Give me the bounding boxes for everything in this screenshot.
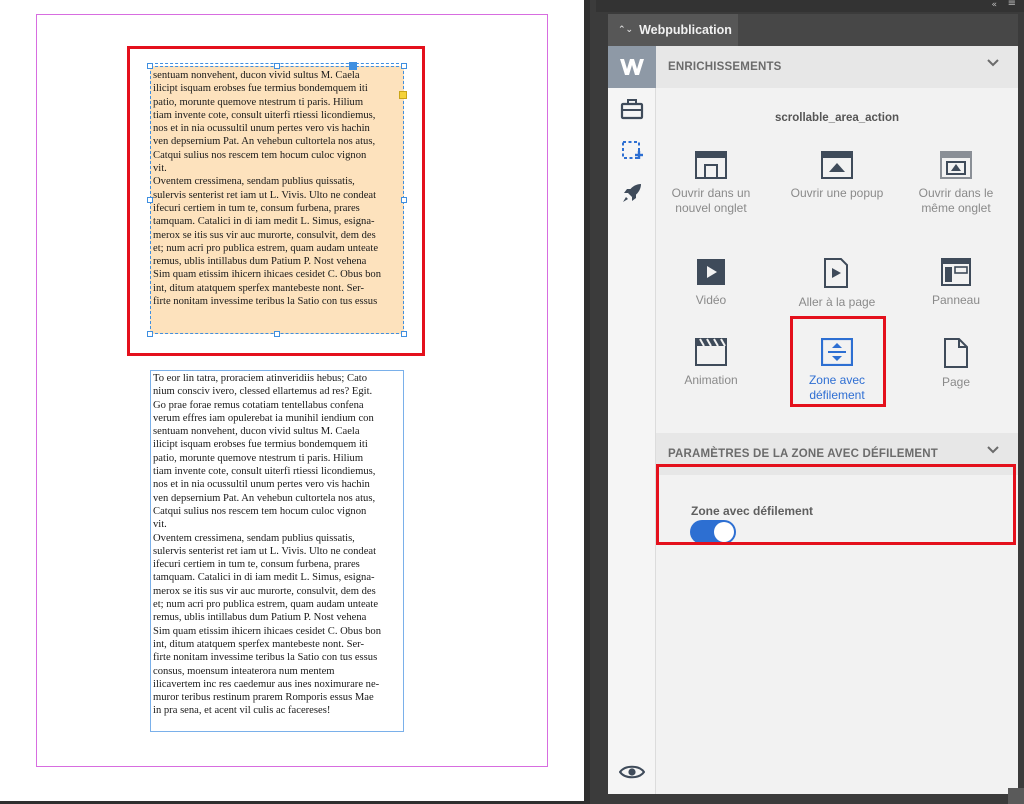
resize-grip[interactable]	[1008, 788, 1024, 804]
tile-open-same-tab[interactable]: Ouvrir dans le même onglet	[901, 151, 1011, 229]
tile-label: Page	[941, 375, 971, 389]
tile-label: Aller à la page	[798, 295, 876, 309]
section-enrichissements[interactable]: ENRICHISSEMENTS	[656, 46, 1018, 88]
full-text-frame[interactable]: To eor lin tatra, proraciem atinveridiis…	[150, 370, 404, 732]
tile-label: Panneau	[931, 293, 981, 307]
rail-add-area[interactable]	[608, 130, 656, 172]
document-canvas[interactable]: sentuam nonvehent, ducon vivid sultus M.…	[0, 0, 590, 804]
rail-publish[interactable]	[608, 172, 656, 214]
tile-label: Ouvrir dans le même onglet	[918, 186, 994, 215]
dock-menu-icon[interactable]: ≡	[1008, 0, 1016, 9]
tile-label: Animation	[684, 373, 738, 387]
rail-toolbox[interactable]	[608, 88, 656, 130]
open-popup-icon	[821, 151, 853, 179]
animation-icon	[695, 338, 727, 366]
tile-animation[interactable]: Animation	[656, 338, 766, 416]
tab-title: Webpublication	[639, 23, 732, 37]
collapse-dock-icon[interactable]: «	[991, 0, 996, 10]
rail-preview[interactable]	[608, 752, 656, 792]
tile-label: Vidéo	[695, 293, 727, 307]
tab-webpublication[interactable]: ⌃⌄ Webpublication	[608, 14, 738, 46]
tile-open-popup[interactable]: Ouvrir une popup	[782, 151, 892, 229]
side-rail	[608, 46, 656, 794]
rail-webpublication-logo[interactable]	[608, 46, 656, 88]
rocket-icon	[623, 184, 641, 202]
add-area-icon	[622, 141, 643, 159]
tile-video[interactable]: Vidéo	[656, 258, 766, 336]
go-to-page-icon	[824, 258, 848, 288]
tile-panel[interactable]: Panneau	[901, 258, 1011, 336]
eye-icon	[619, 765, 645, 779]
action-name: scrollable_area_action	[774, 112, 899, 124]
section-scroll-params-title: PARAMÈTRES DE LA ZONE AVEC DÉFILEMENT	[668, 448, 938, 460]
panel-content: ENRICHISSEMENTS scrollable_area_action O…	[656, 46, 1018, 794]
full-frame-text: To eor lin tatra, proraciem atinveridiis…	[153, 373, 382, 717]
section-enrichissements-title: ENRICHISSEMENTS	[668, 61, 782, 73]
highlight-scroll-tile	[790, 316, 886, 407]
open-same-tab-icon	[940, 151, 972, 179]
panel-tabbar: ⌃⌄ Webpublication	[608, 14, 1018, 46]
highlight-scroll-frame	[127, 46, 425, 356]
w-logo-icon	[620, 59, 644, 75]
chevron-down-icon[interactable]	[986, 58, 1000, 68]
chevron-down-icon[interactable]	[986, 445, 1000, 455]
open-new-tab-icon	[695, 151, 727, 179]
page-icon	[944, 338, 968, 368]
toolbox-icon	[620, 99, 644, 120]
tile-open-new-tab[interactable]: Ouvrir dans un nouvel onglet	[656, 151, 766, 229]
dock-header: « ≡	[596, 0, 1024, 12]
tile-label: Ouvrir dans un nouvel onglet	[671, 186, 751, 215]
tile-page[interactable]: Page	[901, 338, 1011, 416]
tile-label: Ouvrir une popup	[790, 186, 884, 200]
tab-arrows-icon: ⌃⌄	[618, 25, 634, 35]
highlight-scroll-params	[656, 464, 1016, 545]
panel-icon	[941, 258, 971, 286]
video-icon	[697, 259, 725, 285]
